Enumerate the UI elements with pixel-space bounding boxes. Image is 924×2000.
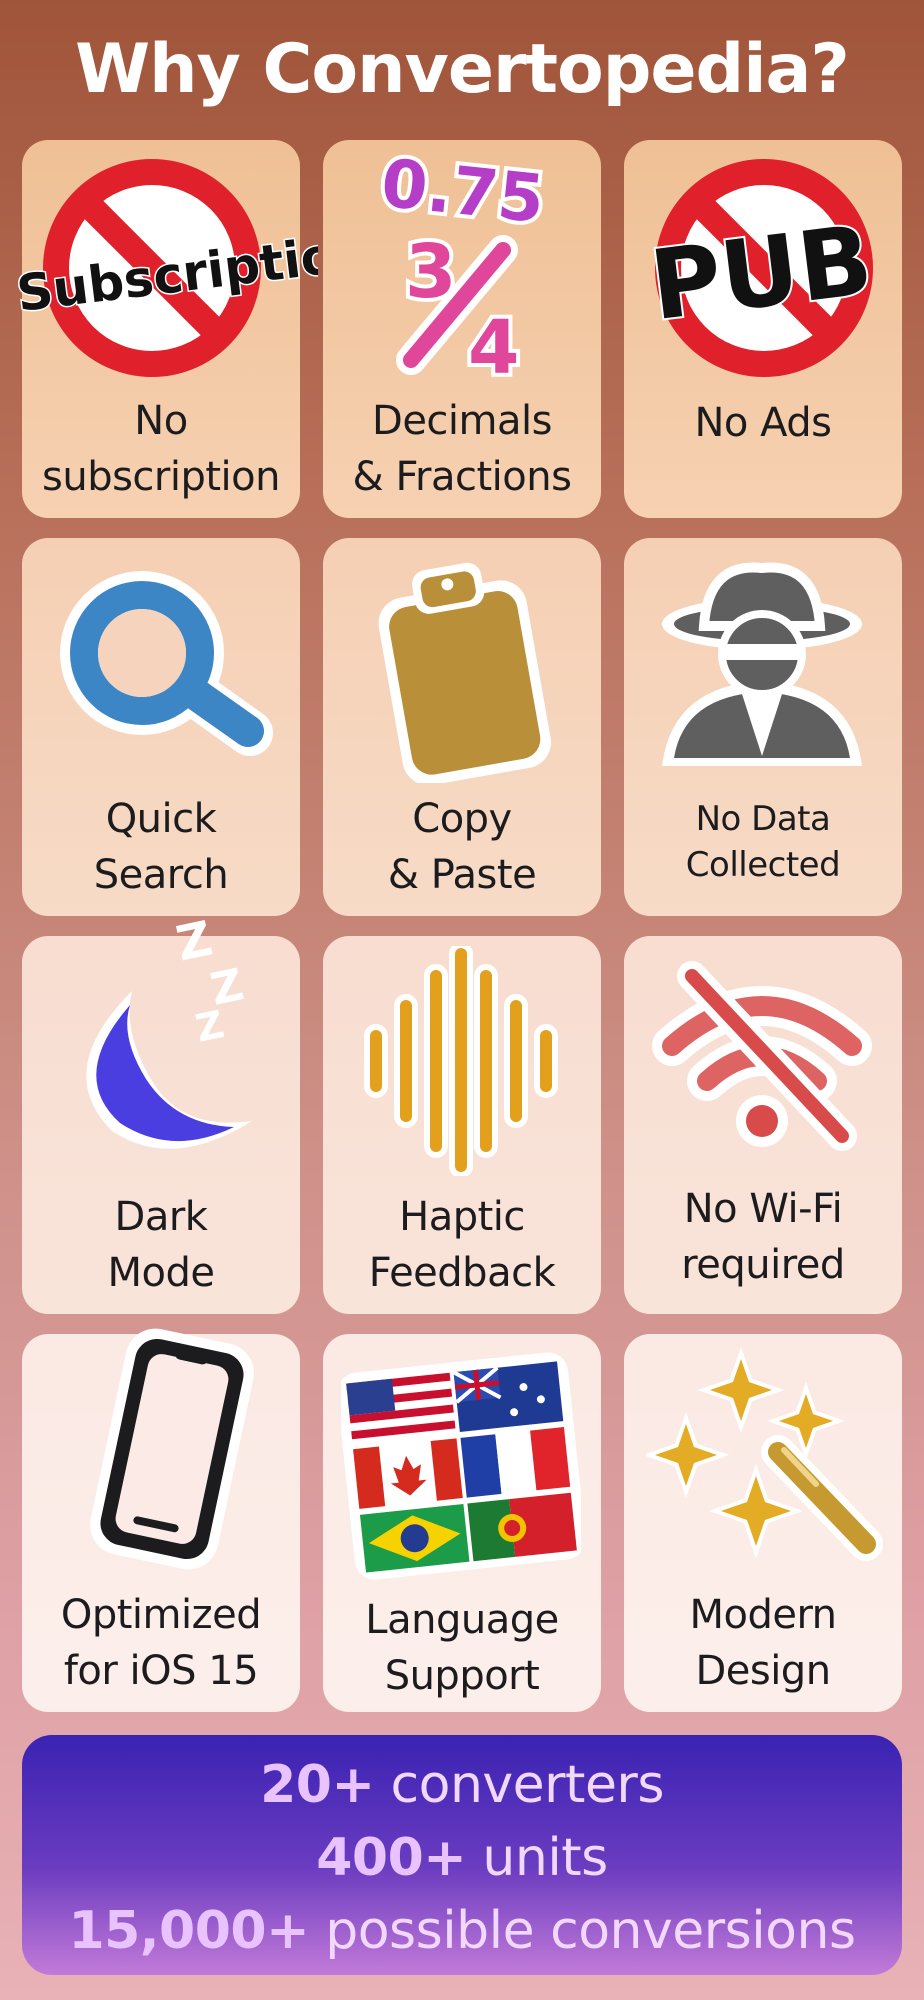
feature-grid: Subscription No subscription 0.75 3 4 Dec… bbox=[12, 140, 902, 1712]
svg-text:4: 4 bbox=[468, 305, 520, 385]
moon-icon: Z Z Z bbox=[86, 911, 253, 1149]
svg-text:0.75: 0.75 bbox=[378, 145, 548, 239]
stats-banner: 20+ converters 400+ units 15,000+ possib… bbox=[22, 1735, 902, 1975]
feature-card-haptic: Haptic Feedback bbox=[323, 936, 601, 1314]
feature-card-no-data: No Data Collected bbox=[624, 538, 902, 916]
spy-icon bbox=[662, 562, 862, 766]
feature-label: No Wi-Fi required bbox=[681, 1186, 845, 1288]
feature-label: No Data Collected bbox=[685, 799, 841, 885]
feature-card-no-subscription: Subscription No subscription bbox=[12, 140, 318, 518]
feature-label: Modern Design bbox=[689, 1592, 837, 1694]
feature-card-decimals-fractions: 0.75 3 4 Decimals & Fractions bbox=[323, 140, 601, 518]
feature-card-no-ads: PUB No Ads bbox=[624, 140, 902, 518]
feature-label: Language Support bbox=[365, 1597, 559, 1699]
feature-label: Copy & Paste bbox=[387, 796, 537, 898]
phone-icon bbox=[90, 1328, 254, 1570]
sparkles-wand-icon bbox=[646, 1346, 883, 1561]
feature-label: Quick Search bbox=[93, 796, 229, 898]
no-ads-icon: PUB bbox=[643, 159, 880, 377]
page-title: Why Convertopedia? bbox=[75, 30, 850, 109]
feature-label: Haptic Feedback bbox=[368, 1194, 556, 1296]
feature-card-language: Language Support bbox=[323, 1334, 601, 1712]
feature-card-quick-search: Quick Search bbox=[22, 538, 300, 916]
feature-label: No subscription bbox=[42, 398, 280, 500]
feature-card-ios15: Optimized for iOS 15 bbox=[22, 1328, 300, 1712]
stat-conversions: 15,000+ possible conversions bbox=[68, 1901, 856, 1961]
stat-units: 400+ units bbox=[316, 1828, 608, 1888]
flags-icon bbox=[341, 1352, 581, 1580]
stat-converters: 20+ converters bbox=[260, 1755, 664, 1815]
feature-label: Dark Mode bbox=[107, 1194, 215, 1296]
clipboard-icon bbox=[378, 562, 551, 783]
feature-label: Optimized for iOS 15 bbox=[60, 1592, 262, 1694]
magnifier-icon bbox=[60, 571, 273, 756]
feature-card-dark-mode: Z Z Z Dark Mode bbox=[22, 911, 300, 1314]
feature-card-copy-paste: Copy & Paste bbox=[323, 538, 601, 916]
haptic-wave-icon bbox=[364, 946, 558, 1176]
feature-card-no-wifi: No Wi-Fi required bbox=[624, 936, 902, 1314]
svg-text:Z: Z bbox=[172, 911, 218, 973]
decimal-fraction-icon: 0.75 3 4 bbox=[374, 141, 552, 385]
feature-card-modern: Modern Design bbox=[624, 1334, 902, 1712]
no-wifi-icon bbox=[652, 961, 872, 1151]
feature-label: Decimals & Fractions bbox=[352, 398, 572, 500]
no-subscription-icon: Subscription bbox=[12, 159, 318, 377]
feature-label: No Ads bbox=[694, 400, 833, 446]
